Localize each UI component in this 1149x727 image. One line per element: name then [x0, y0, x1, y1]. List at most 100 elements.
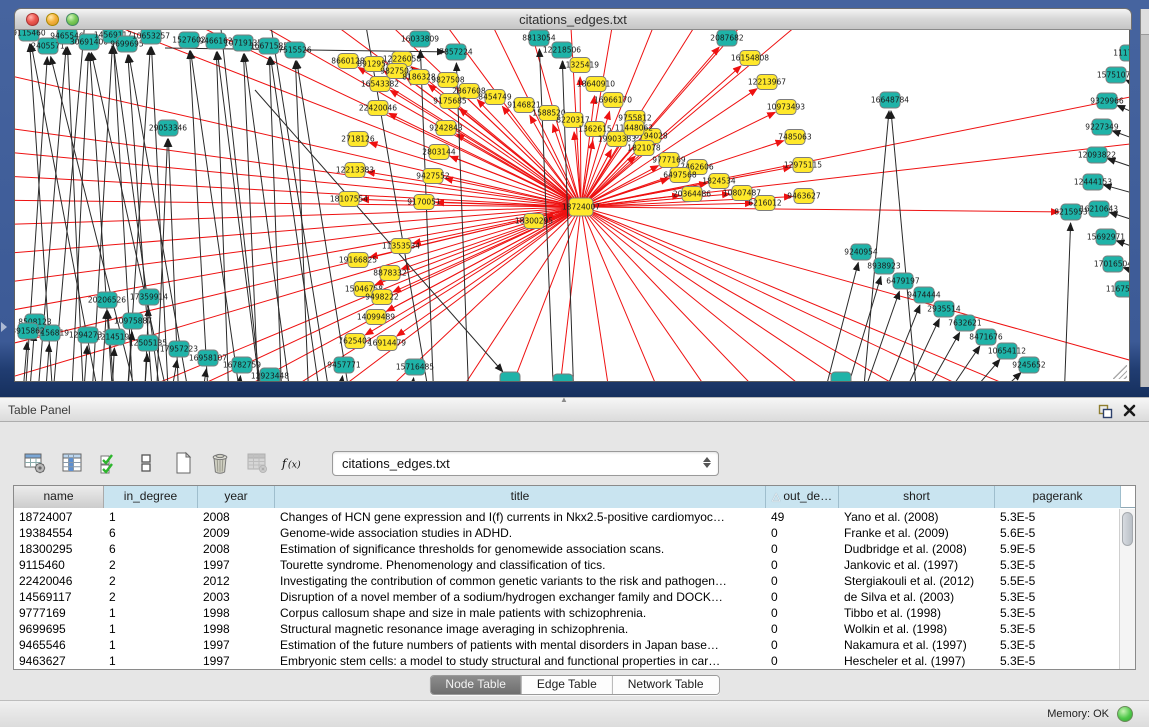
- graph-edge[interactable]: [581, 207, 1055, 381]
- table-cell[interactable]: Estimation of the future numbers of pati…: [275, 637, 766, 653]
- graph-node-selected[interactable]: 12213967: [748, 75, 786, 90]
- table-cell[interactable]: 1998: [198, 605, 275, 621]
- graph-edge[interactable]: [1123, 268, 1130, 282]
- graph-edge[interactable]: [1104, 185, 1130, 202]
- graph-node[interactable]: [831, 372, 851, 381]
- table-cell[interactable]: 0: [766, 541, 839, 557]
- table-cell[interactable]: 9115460: [14, 557, 104, 573]
- table-selector-dropdown[interactable]: citations_edges.txt: [332, 451, 719, 476]
- graph-edge[interactable]: [397, 207, 581, 336]
- table-cell[interactable]: 5.3E-5: [995, 605, 1119, 621]
- table-cell[interactable]: 9777169: [14, 605, 104, 621]
- graph-edge[interactable]: [190, 51, 210, 381]
- graph-edge[interactable]: [335, 376, 342, 381]
- table-cell[interactable]: Nakamura et al. (1997): [839, 637, 995, 653]
- table-cell[interactable]: Structural magnetic resonance image aver…: [275, 621, 766, 637]
- table-cell[interactable]: 18300295: [14, 541, 104, 557]
- graph-edge[interactable]: [295, 61, 310, 381]
- table-cell[interactable]: 1997: [198, 557, 275, 573]
- table-cell[interactable]: Estimation of significance thresholds fo…: [275, 541, 766, 557]
- table-cell[interactable]: 19384554: [14, 525, 104, 541]
- graph-edge[interactable]: [923, 346, 980, 381]
- citation-network-graph[interactable]: 1830029586601288912954122260589827503818…: [15, 30, 1130, 381]
- table-cell[interactable]: de Silva et al. (2003): [839, 589, 995, 605]
- graph-node[interactable]: 16648784: [871, 92, 909, 108]
- graph-node-selected[interactable]: 7625402: [338, 334, 372, 349]
- table-cell[interactable]: 1997: [198, 653, 275, 669]
- create-column-icon[interactable]: [170, 450, 196, 476]
- table-row[interactable]: 1830029562008Estimation of significance …: [14, 541, 1119, 557]
- table-cell[interactable]: 9465546: [14, 637, 104, 653]
- table-cell[interactable]: 0: [766, 653, 839, 669]
- tab-node-table[interactable]: Node Table: [430, 676, 521, 694]
- table-cell[interactable]: 2: [104, 573, 198, 589]
- graph-node-selected[interactable]: 11353534: [382, 239, 420, 254]
- graph-node-selected[interactable]: 2718126: [341, 132, 375, 147]
- graph-node[interactable]: [500, 372, 520, 381]
- table-settings-icon[interactable]: [22, 450, 48, 476]
- graph-edge[interactable]: [1063, 223, 1071, 381]
- graph-node[interactable]: 9240954: [844, 244, 878, 260]
- column-header-short[interactable]: short: [839, 486, 995, 508]
- graph-node-selected[interactable]: 9170051: [407, 195, 441, 210]
- graph-edge[interactable]: [197, 369, 206, 381]
- graph-edge[interactable]: [244, 54, 295, 381]
- table-row[interactable]: 2242004622012Investigating the contribut…: [14, 573, 1119, 589]
- table-cell[interactable]: 0: [766, 605, 839, 621]
- table-cell[interactable]: 6: [104, 525, 198, 541]
- table-cell[interactable]: 2012: [198, 573, 275, 589]
- table-cell[interactable]: 1: [104, 509, 198, 525]
- graph-node-selected[interactable]: 1821078: [627, 141, 661, 156]
- table-cell[interactable]: 5.3E-5: [995, 637, 1119, 653]
- table-cell[interactable]: 1997: [198, 637, 275, 653]
- graph-node-selected[interactable]: 19166825: [339, 253, 377, 268]
- table-cell[interactable]: 2003: [198, 589, 275, 605]
- table-cell[interactable]: 9463627: [14, 653, 104, 669]
- table-cell[interactable]: 18724007: [14, 509, 104, 525]
- graph-node[interactable]: 15692971: [1087, 229, 1125, 245]
- graph-edge[interactable]: [1116, 241, 1130, 258]
- table-row[interactable]: 969969511998Structural magnetic resonanc…: [14, 621, 1119, 637]
- table-cell[interactable]: Jankovic et al. (1997): [839, 557, 995, 573]
- table-cell[interactable]: 2008: [198, 509, 275, 525]
- table-cell[interactable]: 5.3E-5: [995, 621, 1119, 637]
- graph-node[interactable]: 9245652: [1012, 357, 1046, 373]
- graph-node-selected[interactable]: 9463627: [787, 189, 821, 204]
- table-cell[interactable]: Yano et al. (2008): [839, 509, 995, 525]
- table-cell[interactable]: Tourette syndrome. Phenomenology and cla…: [275, 557, 766, 573]
- column-header-in_degree[interactable]: in_degree: [104, 486, 198, 508]
- graph-node-selected[interactable]: 6497568: [663, 168, 697, 183]
- column-header-title[interactable]: title: [275, 486, 766, 508]
- table-cell[interactable]: 2: [104, 589, 198, 605]
- table-cell[interactable]: 2008: [198, 541, 275, 557]
- graph-node[interactable]: 12444153: [1074, 174, 1112, 190]
- show-columns-icon[interactable]: [59, 450, 85, 476]
- graph-edge[interactable]: [581, 207, 1059, 212]
- graph-node[interactable]: 8813054: [522, 30, 556, 46]
- table-cell[interactable]: Corpus callosum shape and size in male p…: [275, 605, 766, 621]
- table-cell[interactable]: Disruption of a novel member of a sodium…: [275, 589, 766, 605]
- table-cell[interactable]: 0: [766, 621, 839, 637]
- column-header-name[interactable]: name: [14, 486, 104, 508]
- table-cell[interactable]: Stergiakouli et al. (2012): [839, 573, 995, 589]
- graph-node-selected[interactable]: 16154808: [731, 51, 769, 66]
- graph-node-selected[interactable]: 8878332: [373, 266, 407, 281]
- table-cell[interactable]: Genome-wide association studies in ADHD.: [275, 525, 766, 541]
- graph-node[interactable]: 7857224: [439, 44, 473, 60]
- graph-edge[interactable]: [581, 207, 915, 381]
- table-row[interactable]: 1938455462009Genome-wide association stu…: [14, 525, 1119, 541]
- tab-edge-table[interactable]: Edge Table: [521, 676, 612, 694]
- table-cell[interactable]: Embryonic stem cells: a model to study s…: [275, 653, 766, 669]
- graph-node-selected[interactable]: 18300295: [515, 214, 553, 229]
- graph-node[interactable]: 9457771: [327, 357, 361, 373]
- graph-edge[interactable]: [1112, 131, 1130, 150]
- graph-node-selected[interactable]: 12213383: [336, 163, 374, 178]
- graph-node-selected[interactable]: 12975115: [784, 158, 822, 173]
- table-cell[interactable]: 5.3E-5: [995, 653, 1119, 669]
- graph-node[interactable]: 15716485: [396, 359, 434, 375]
- graph-edge[interactable]: [20, 342, 27, 381]
- graph-edge[interactable]: [125, 47, 150, 381]
- close-panel-icon[interactable]: [1122, 403, 1137, 418]
- table-cell[interactable]: 0: [766, 557, 839, 573]
- graph-edge[interactable]: [851, 291, 899, 381]
